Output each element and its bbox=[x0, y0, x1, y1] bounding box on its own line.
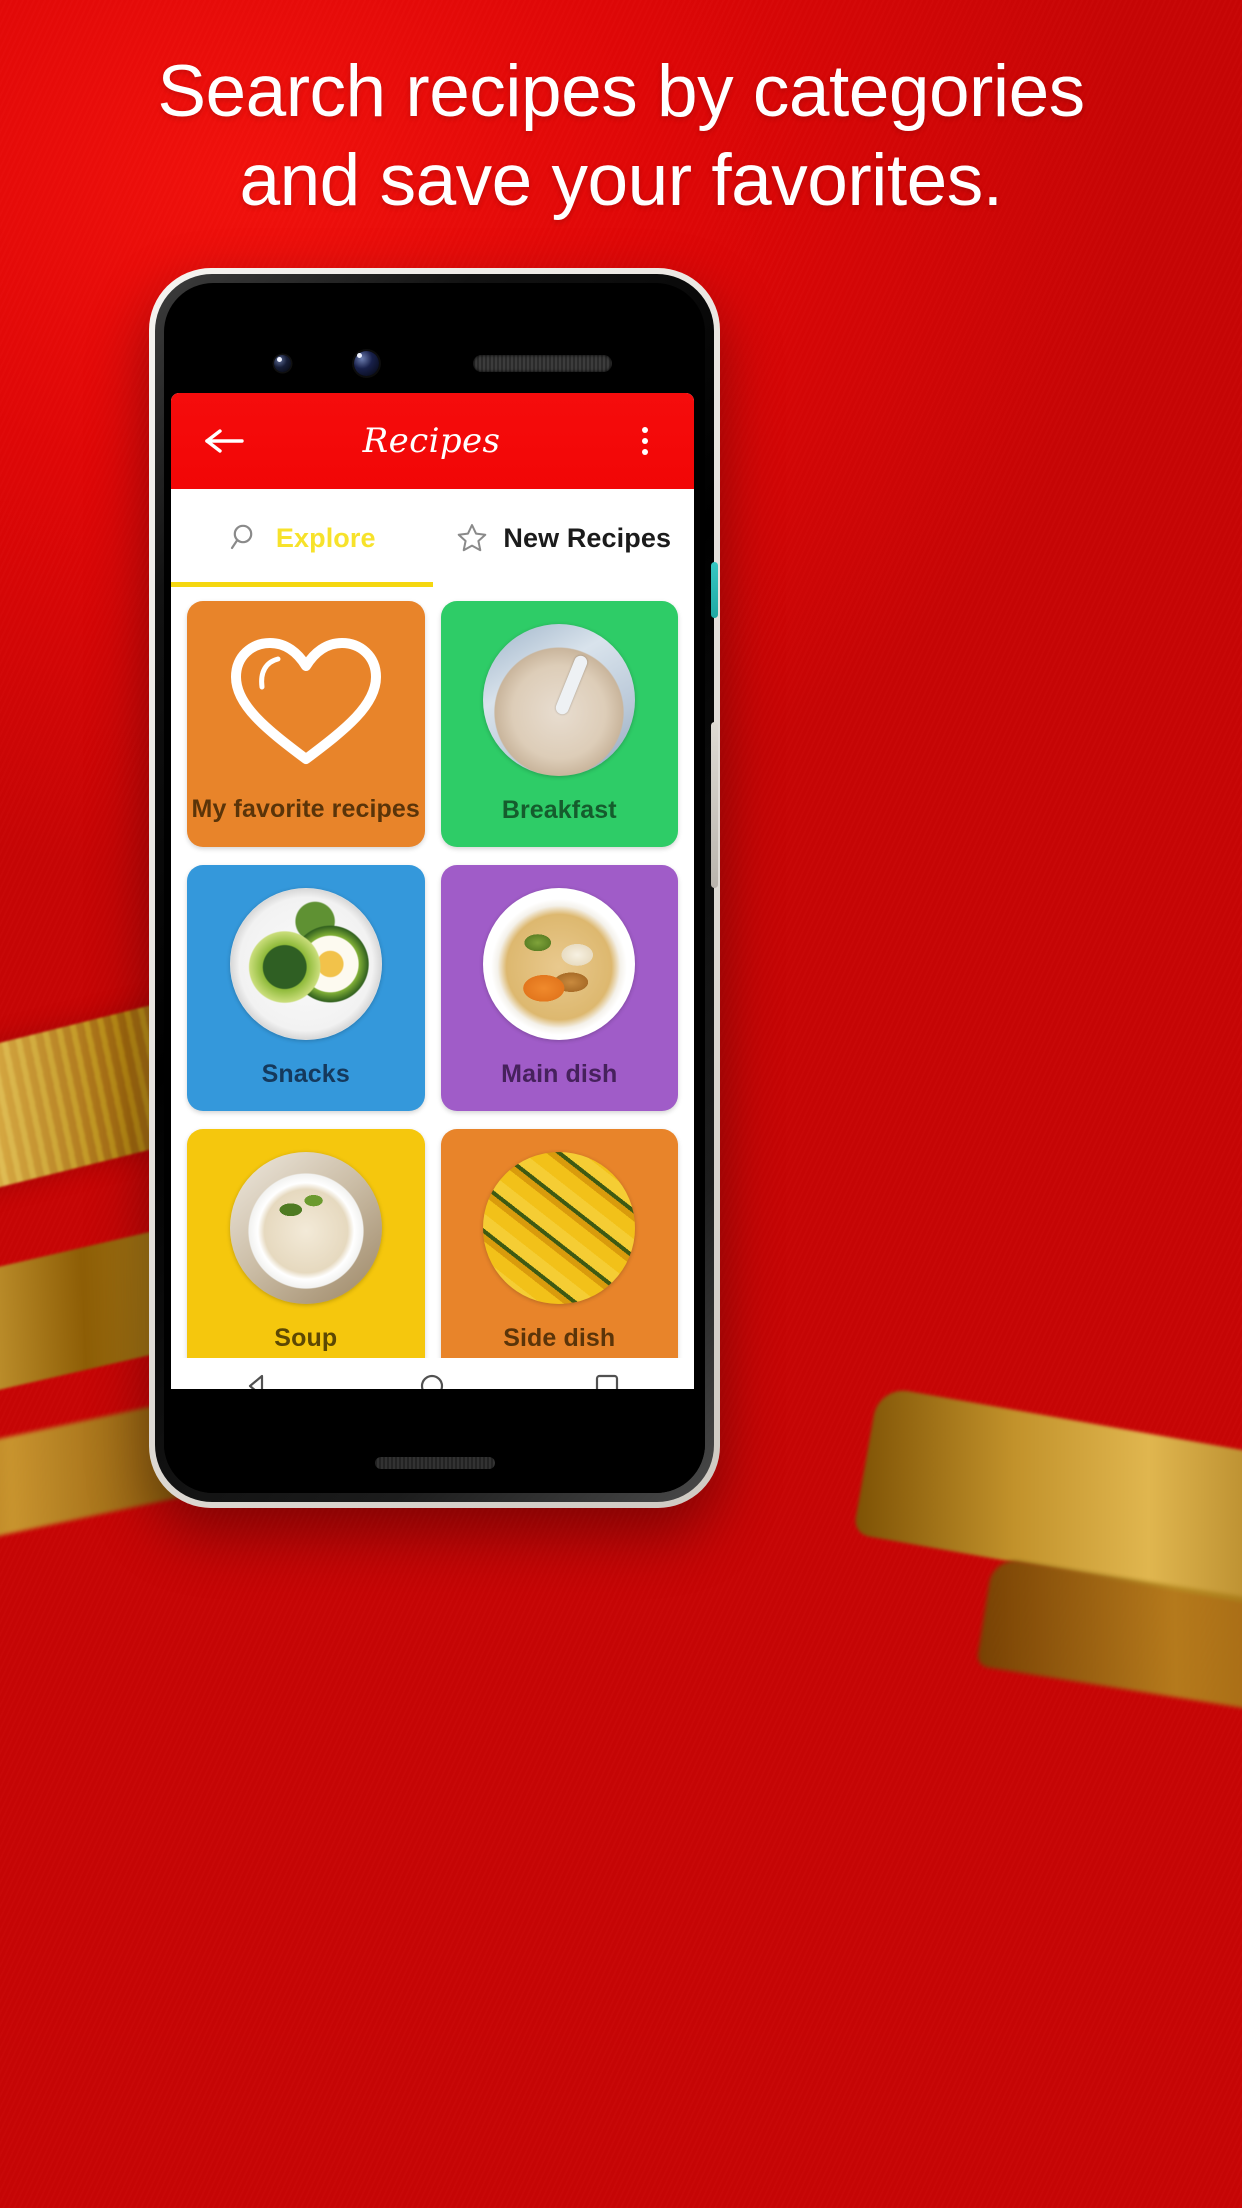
tab-bar: Explore New Recipes bbox=[171, 489, 694, 587]
category-card-breakfast[interactable]: Breakfast bbox=[440, 601, 678, 847]
overflow-menu-icon bbox=[642, 449, 648, 455]
phone-mockup: Recipes Explore New Recipes My favorite … bbox=[149, 268, 720, 1508]
food-thumb-avocado bbox=[229, 887, 382, 1040]
promo-headline: Search recipes by categories and save yo… bbox=[0, 54, 1242, 218]
phone-volume-button bbox=[711, 722, 718, 888]
food-thumb-squash bbox=[483, 1151, 636, 1304]
category-card-main-dish[interactable]: Main dish bbox=[440, 865, 678, 1111]
overflow-menu-button[interactable] bbox=[622, 414, 668, 468]
tab-explore-label: Explore bbox=[275, 522, 376, 553]
tab-new-recipes[interactable]: New Recipes bbox=[433, 489, 695, 587]
category-card-favorites[interactable]: My favorite recipes bbox=[187, 601, 425, 847]
tab-new-recipes-label: New Recipes bbox=[503, 522, 672, 553]
category-grid: My favorite recipes Breakfast Snacks Mai… bbox=[171, 587, 694, 1358]
headline-line-1: Search recipes by categories bbox=[157, 51, 1085, 132]
food-thumb-soup-bowl bbox=[229, 1151, 382, 1304]
category-label: Main dish bbox=[501, 1059, 618, 1088]
category-card-soup[interactable]: Soup bbox=[187, 1129, 425, 1358]
earpiece-speaker-icon bbox=[473, 355, 612, 372]
overflow-menu-icon bbox=[642, 438, 648, 444]
category-label: My favorite recipes bbox=[191, 794, 420, 823]
heart-icon-wrap bbox=[221, 625, 391, 775]
category-card-side-dish[interactable]: Side dish bbox=[440, 1129, 678, 1358]
phone-bezel: Recipes Explore New Recipes My favorite … bbox=[155, 274, 718, 1502]
search-icon bbox=[230, 524, 253, 550]
tab-explore[interactable]: Explore bbox=[171, 489, 433, 587]
category-card-snacks[interactable]: Snacks bbox=[187, 865, 425, 1111]
front-camera-icon bbox=[274, 355, 291, 372]
tab-active-indicator bbox=[171, 582, 433, 587]
star-outline-icon bbox=[458, 524, 487, 552]
heart-outline-icon bbox=[230, 637, 381, 764]
app-bar: Recipes bbox=[171, 393, 694, 489]
phone-bottom-bezel bbox=[164, 1389, 705, 1493]
category-label: Breakfast bbox=[501, 795, 617, 824]
arrow-left-icon bbox=[205, 429, 244, 453]
page-title: Recipes bbox=[362, 421, 501, 461]
phone-display: Recipes Explore New Recipes My favorite … bbox=[164, 283, 705, 1493]
bottom-speaker-icon bbox=[374, 1457, 495, 1469]
category-label: Soup bbox=[274, 1323, 338, 1352]
spoon-icon bbox=[554, 653, 590, 717]
headline-line-2: and save your favorites. bbox=[239, 140, 1003, 222]
food-thumb-porridge bbox=[483, 623, 636, 776]
overflow-menu-icon bbox=[642, 427, 648, 433]
food-thumb-soup-meat bbox=[483, 887, 636, 1040]
front-camera-main-icon bbox=[354, 351, 379, 376]
app-screen: Recipes Explore New Recipes My favorite … bbox=[171, 393, 694, 1358]
category-label: Snacks bbox=[261, 1059, 350, 1088]
phone-power-button bbox=[711, 562, 718, 618]
category-label: Side dish bbox=[503, 1323, 616, 1352]
